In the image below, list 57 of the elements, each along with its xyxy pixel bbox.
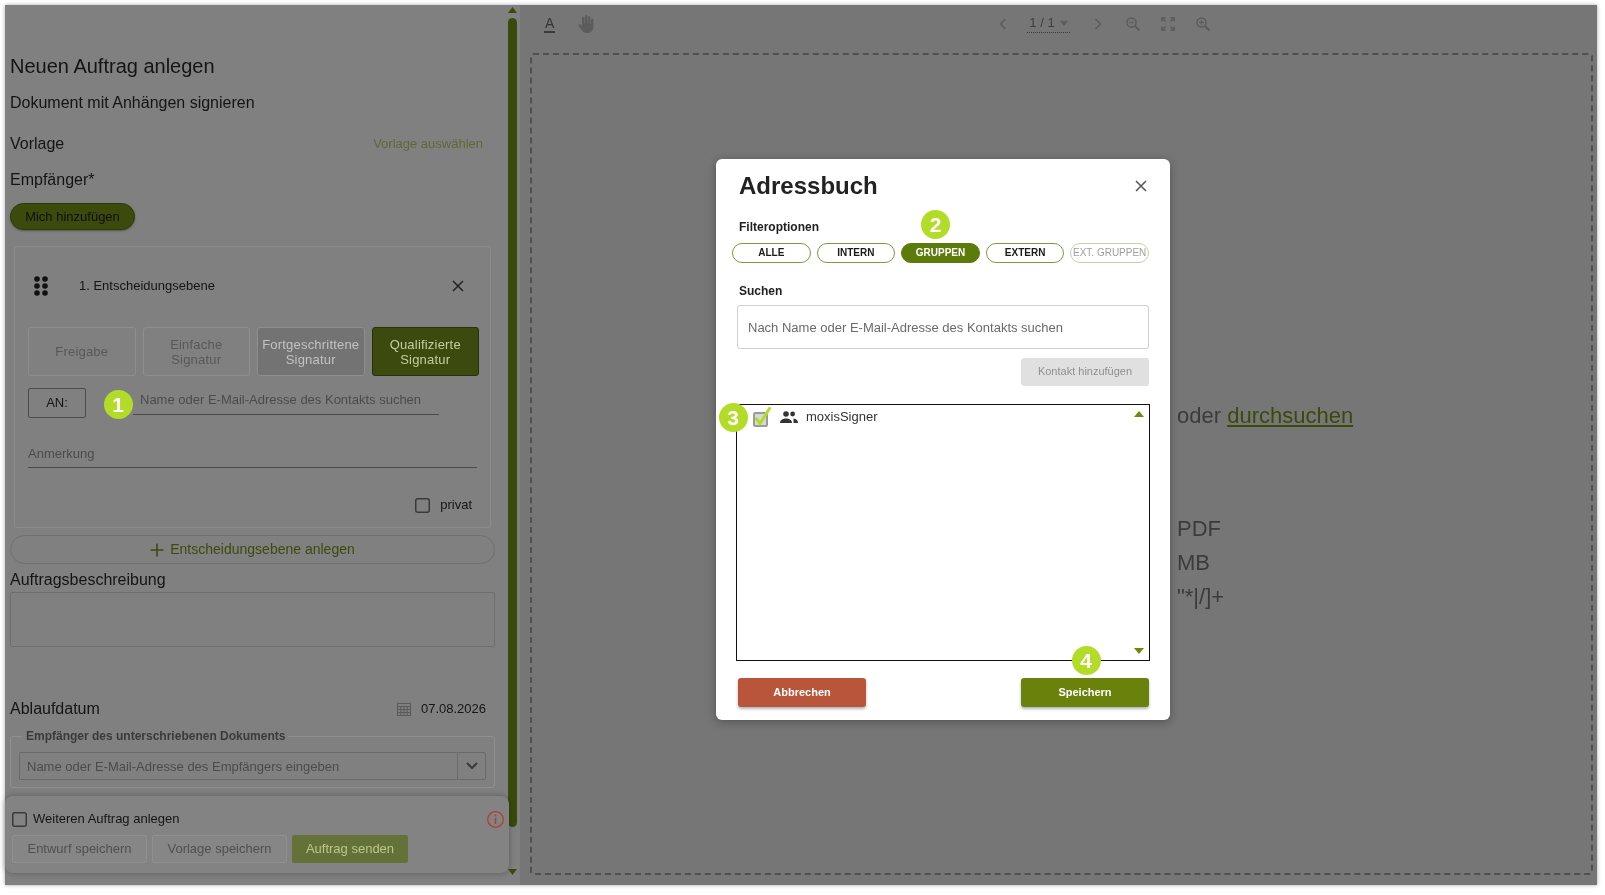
recipient-type-selector[interactable]: AN: — [28, 388, 86, 418]
date-value: 07.08.2026 — [420, 701, 486, 717]
scroll-down-arrow-icon[interactable] — [508, 869, 517, 875]
checkbox-label: privat — [440, 497, 472, 513]
text-select-tool[interactable]: A — [544, 15, 556, 33]
scroll-down-icon[interactable] — [1134, 648, 1144, 654]
filter-label: Filteroptionen — [739, 219, 819, 235]
save-button[interactable]: Speichern — [1021, 678, 1149, 707]
chevron-down-icon — [465, 762, 478, 770]
signature-type-button[interactable]: Qualifizierte Signatur — [371, 327, 479, 376]
chevron-right-icon[interactable] — [1093, 18, 1102, 30]
filter-option[interactable]: INTERN — [816, 243, 896, 263]
section-label: Auftragsbeschreibung — [10, 570, 167, 590]
zoom-in-icon[interactable] — [1195, 17, 1210, 31]
template-link[interactable]: Vorlage auswählen — [373, 136, 483, 152]
section-label: Vorlage — [10, 134, 65, 154]
plus-icon — [150, 542, 165, 557]
add-me-button[interactable]: Mich hinzufügen — [10, 203, 135, 230]
caret-down-icon — [1059, 20, 1068, 26]
section-label: Ablaufdatum — [10, 699, 100, 719]
section-label: Empfänger* — [10, 170, 96, 190]
contact-name: moxisSigner — [806, 409, 878, 425]
browse-link[interactable]: durchsuchen — [1227, 403, 1354, 428]
close-icon[interactable] — [1135, 180, 1147, 192]
drop-zone-text: PDF — [1177, 515, 1221, 543]
filter-option[interactable]: EXTERN — [985, 243, 1065, 263]
scrollbar-thumb[interactable] — [508, 18, 517, 827]
chevron-left-icon[interactable] — [999, 18, 1008, 30]
fieldset-legend: Empfänger des unterschriebenen Dokuments — [23, 728, 289, 744]
page-title: Neuen Auftrag anlegen — [10, 54, 216, 79]
fit-to-screen-icon[interactable] — [1160, 17, 1175, 31]
scroll-up-arrow-icon[interactable] — [508, 7, 517, 13]
hand-icon[interactable] — [578, 15, 595, 33]
checkbox[interactable] — [415, 497, 431, 513]
checkbox-label: Weiteren Auftrag anlegen — [33, 811, 180, 827]
subtitle: Dokument mit Anhängen signieren — [10, 93, 256, 113]
info-icon[interactable] — [487, 810, 504, 828]
scroll-up-icon[interactable] — [1134, 411, 1144, 417]
contact-search-field[interactable]: Nach Name oder E-Mail-Adresse des Kontakts suchen — [737, 305, 1149, 349]
filter-option[interactable]: GRUPPEN — [901, 243, 980, 263]
drop-zone-text: oder durchsuchen — [1177, 402, 1354, 430]
calendar-icon[interactable] — [396, 702, 411, 716]
cancel-button[interactable]: Abbrechen — [738, 678, 866, 707]
page-selector[interactable]: 1 / 1 — [1027, 15, 1070, 33]
filter-option[interactable]: ALLE — [732, 243, 811, 263]
search-label: Suchen — [739, 283, 783, 299]
group-icon — [780, 411, 798, 423]
zoom-out-icon[interactable] — [1125, 17, 1140, 31]
close-icon[interactable] — [452, 280, 464, 292]
level-title: 1. Entscheidungsebene — [79, 278, 215, 294]
drop-zone-text: MB — [1177, 549, 1210, 577]
page-number: 1 / 1 — [1029, 15, 1055, 31]
drag-handle-icon[interactable] — [33, 275, 49, 297]
dialog-title: Adressbuch — [739, 172, 878, 200]
checkbox[interactable] — [12, 811, 27, 827]
dropdown-toggle-button[interactable] — [457, 752, 486, 780]
drop-zone-text: "*|/]+ — [1177, 583, 1225, 611]
